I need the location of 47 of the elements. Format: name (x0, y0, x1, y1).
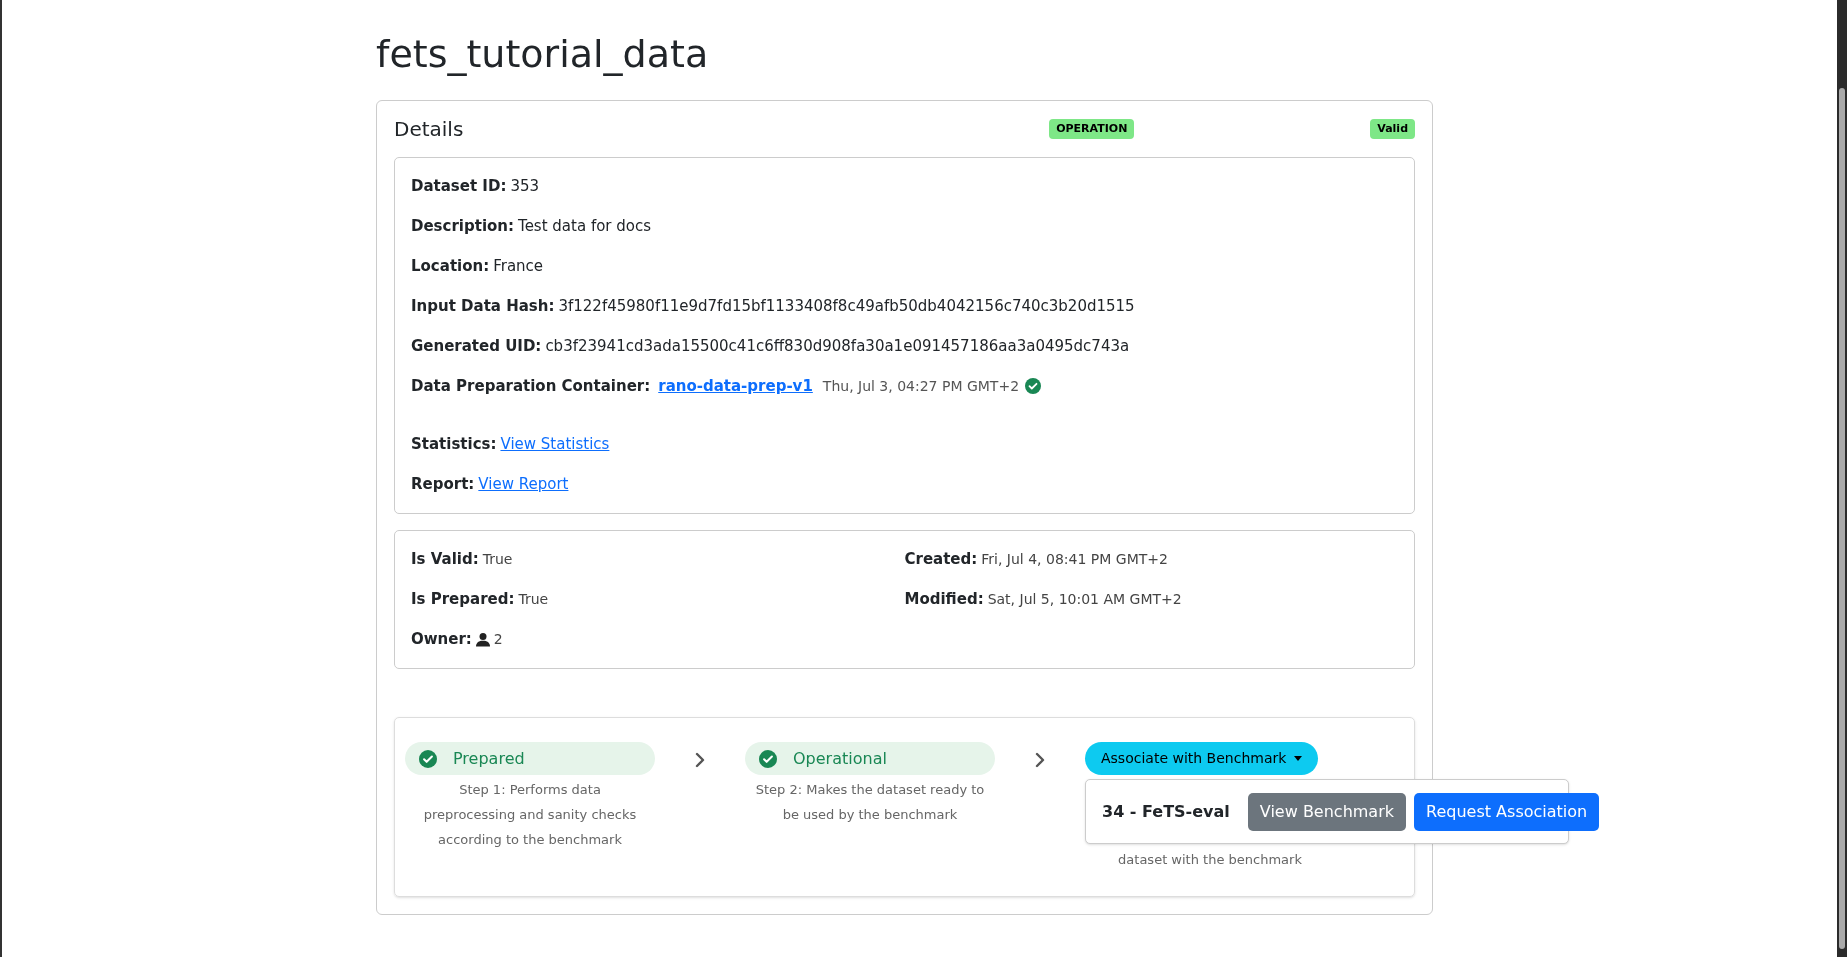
field-label: Input Data Hash: (411, 296, 555, 317)
status-badge: Valid (1370, 118, 1415, 140)
field-label: Owner: (411, 629, 472, 650)
field-value: Sat, Jul 5, 10:01 AM GMT+2 (987, 590, 1182, 609)
check-circle-icon (1025, 378, 1042, 394)
field-label: Report: (411, 474, 475, 495)
request-association-button[interactable]: Request Association (1414, 792, 1600, 831)
field-label: Is Prepared: (411, 589, 515, 610)
associate-dropdown-button[interactable]: Associate with Benchmark (1085, 742, 1319, 775)
step-description: Step 1: Performs data preprocessing and sanity checks according to the benchmark (422, 781, 638, 849)
field-label: Created: (904, 549, 978, 570)
field-label: Dataset ID: (411, 176, 507, 197)
status-badge: OPERATION (1049, 118, 1135, 140)
field-label: Data Preparation Container: (411, 376, 651, 397)
benchmark-name: 34 - FeTS-eval (1102, 800, 1230, 823)
step-description: dataset with the benchmark (1117, 851, 1303, 869)
field-value: 2 (493, 630, 503, 649)
view-link[interactable]: View Report (478, 472, 569, 496)
field-value: True (518, 590, 549, 609)
field-label: Description: (411, 216, 514, 237)
step-label: Prepared (453, 747, 525, 770)
field-value: True (482, 550, 513, 569)
step-description: Step 2: Makes the dataset ready to be used by the benchmark (754, 781, 986, 824)
field-value: 353 (510, 176, 540, 197)
field-label: Is Valid: (411, 549, 479, 570)
view-link[interactable]: View Statistics (500, 432, 610, 456)
field-value: Fri, Jul 4, 08:41 PM GMT+2 (981, 550, 1168, 569)
container-link[interactable]: rano-data-prep-v1 (658, 374, 813, 398)
chevron-right-icon (1035, 752, 1045, 768)
field-label: Modified: (904, 589, 984, 610)
step-label: Operational (793, 747, 887, 770)
container-date: Thu, Jul 3, 04:27 PM GMT+2 (822, 377, 1020, 396)
field-value: Test data for docs (518, 216, 652, 237)
check-circle-icon (419, 749, 437, 768)
view-benchmark-button[interactable]: View Benchmark (1247, 792, 1406, 831)
page-title: fets_tutorial_data (376, 31, 710, 78)
field-value: cb3f23941cd3ada15500c41c6ff830d908fa30a1e091457186aa3a0495dc743a (545, 336, 1130, 357)
caret-down-icon (1294, 756, 1303, 761)
check-circle-icon (759, 749, 777, 768)
details-title: Details (394, 116, 464, 143)
field-value: France (493, 256, 544, 277)
field-label: Statistics: (411, 434, 497, 455)
chevron-right-icon (695, 752, 705, 768)
user-icon (475, 631, 490, 647)
field-label: Location: (411, 256, 490, 277)
field-label: Generated UID: (411, 336, 542, 357)
field-value: 3f122f45980f11e9d7fd15bf1133408f8c49afb50db4042156c740c3b20d1515 (558, 296, 1135, 317)
